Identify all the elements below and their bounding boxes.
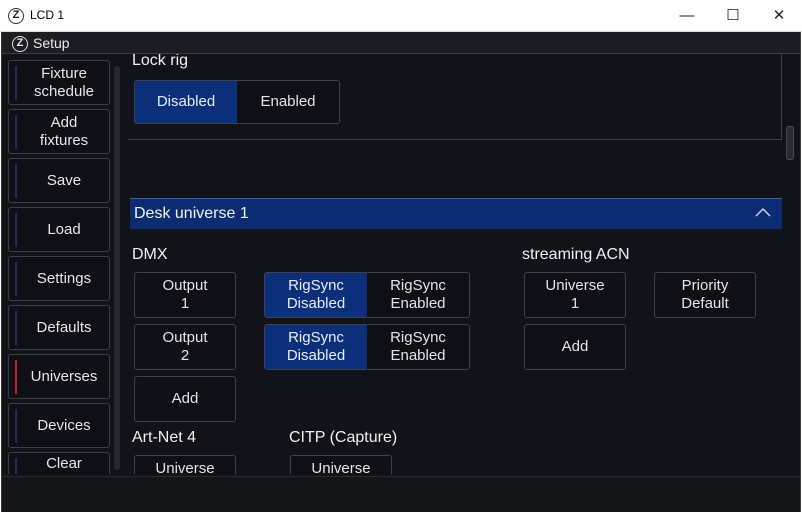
- nav-fixture-schedule[interactable]: Fixture schedule: [8, 60, 110, 105]
- nav-indicator: [15, 66, 17, 100]
- button-label: Output: [162, 329, 208, 346]
- sacn-priority-button[interactable]: Priority Default: [654, 272, 756, 318]
- app-logo-icon: Z: [8, 8, 24, 24]
- nav-settings[interactable]: Settings: [8, 256, 110, 301]
- nav-label: fixtures: [39, 131, 89, 149]
- setup-title: Setup: [33, 35, 70, 51]
- nav-label: Defaults: [36, 318, 92, 336]
- artnet-label: Art-Net 4: [132, 429, 197, 446]
- nav-label: Save: [46, 171, 82, 189]
- dmx-add-button[interactable]: Add: [134, 376, 236, 422]
- universe-header[interactable]: Desk universe 1: [130, 198, 782, 229]
- lock-rig-label: Lock rig: [132, 54, 189, 69]
- option-label: RigSync: [390, 329, 446, 346]
- universes-content: Lock rig Disabled Enabled Desk universe …: [128, 54, 784, 474]
- sacn-label: streaming ACN: [522, 246, 630, 263]
- button-value: 1: [180, 295, 190, 312]
- nav-load[interactable]: Load: [8, 207, 110, 252]
- setup-panel: Z Setup Fixture schedule Add fixtures Save…: [1, 32, 801, 512]
- nav-label: Universes: [30, 367, 98, 385]
- rigsync-enabled-option[interactable]: RigSync Enabled: [367, 273, 469, 317]
- lock-rig-enabled-option[interactable]: Enabled: [237, 81, 339, 123]
- nav-label: Fixture: [41, 64, 87, 82]
- window-title: LCD 1: [30, 8, 65, 22]
- option-label: RigSync: [288, 277, 344, 294]
- setup-header: Z Setup: [2, 32, 800, 54]
- lock-rig-disabled-option[interactable]: Disabled: [135, 81, 237, 123]
- option-value: Enabled: [390, 295, 446, 312]
- nav-label: Add: [50, 113, 78, 131]
- minimize-button[interactable]: —: [664, 0, 710, 32]
- nav-indicator: [15, 311, 17, 345]
- rigsync-enabled-option[interactable]: RigSync Enabled: [367, 325, 469, 369]
- chevron-up-icon[interactable]: [754, 205, 772, 219]
- lock-rig-toggle: Disabled Enabled: [134, 80, 340, 124]
- button-label: Output: [162, 277, 208, 294]
- dmx-label: DMX: [132, 246, 168, 263]
- status-bar: [2, 476, 800, 512]
- nav-active-indicator: [15, 360, 17, 394]
- nav-label: Clear: [46, 455, 82, 472]
- nav-indicator: [15, 164, 17, 198]
- window-titlebar: Z LCD 1 — ☐ ✕: [0, 0, 802, 32]
- rigsync-disabled-option[interactable]: RigSync Disabled: [265, 325, 367, 369]
- button-label: Add: [171, 390, 199, 407]
- nav-scrollbar[interactable]: [114, 66, 120, 470]
- nav-add-fixtures[interactable]: Add fixtures: [8, 109, 110, 154]
- button-label: Priority: [681, 277, 729, 294]
- content-scrollbar-thumb[interactable]: [786, 126, 794, 160]
- button-label: Universe: [155, 460, 215, 474]
- option-value: Disabled: [286, 347, 346, 364]
- button-label: Universe: [545, 277, 605, 294]
- citp-label: CITP (Capture): [289, 429, 398, 446]
- universe-title: Desk universe 1: [134, 205, 249, 222]
- nav-devices[interactable]: Devices: [8, 403, 110, 448]
- sacn-universe-button[interactable]: Universe 1: [524, 272, 626, 318]
- maximize-button[interactable]: ☐: [710, 0, 756, 32]
- button-value: 2: [180, 347, 190, 364]
- nav-label: Load: [47, 220, 81, 238]
- nav-label: Devices: [37, 416, 91, 434]
- nav-save[interactable]: Save: [8, 158, 110, 203]
- button-value: Default: [681, 295, 729, 312]
- button-value: 1: [570, 295, 580, 312]
- option-value: Disabled: [286, 295, 346, 312]
- nav-defaults[interactable]: Defaults: [8, 305, 110, 350]
- nav-label: Settings: [36, 269, 92, 287]
- close-button[interactable]: ✕: [756, 0, 802, 32]
- nav-indicator: [15, 409, 17, 443]
- nav-indicator: [15, 458, 17, 474]
- setup-nav: Fixture schedule Add fixtures Save Load Se…: [8, 60, 112, 474]
- option-label: RigSync: [288, 329, 344, 346]
- nav-indicator: [15, 262, 17, 296]
- button-label: Add: [561, 338, 589, 355]
- sacn-add-button[interactable]: Add: [524, 324, 626, 370]
- button-label: Universe: [311, 460, 371, 474]
- nav-indicator: [15, 213, 17, 247]
- nav-indicator: [15, 115, 17, 149]
- nav-label: schedule: [33, 82, 95, 100]
- output-2-rigsync-toggle: RigSync Disabled RigSync Enabled: [264, 324, 470, 370]
- output-1-rigsync-toggle: RigSync Disabled RigSync Enabled: [264, 272, 470, 318]
- nav-universes[interactable]: Universes: [8, 354, 110, 399]
- artnet-universe-button[interactable]: Universe 1: [134, 455, 236, 474]
- output-1-button[interactable]: Output 1: [134, 272, 236, 318]
- option-value: Enabled: [390, 347, 446, 364]
- nav-clear[interactable]: Clear: [8, 452, 110, 474]
- rigsync-disabled-option[interactable]: RigSync Disabled: [265, 273, 367, 317]
- setup-logo-icon: Z: [12, 36, 28, 52]
- citp-universe-button[interactable]: Universe 0: [290, 455, 392, 474]
- output-2-button[interactable]: Output 2: [134, 324, 236, 370]
- option-label: RigSync: [390, 277, 446, 294]
